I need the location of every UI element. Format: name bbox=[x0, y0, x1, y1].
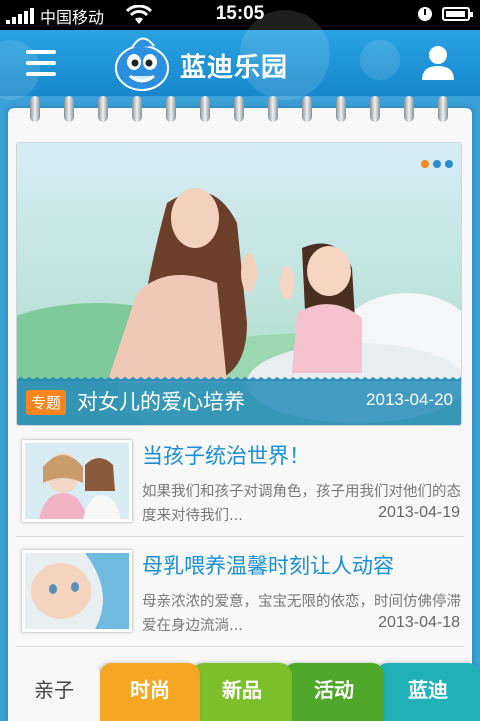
featured-caption-bar: 专题 对女儿的爱心培养 2013-04-20 bbox=[17, 377, 461, 425]
tab-landi[interactable]: 蓝迪 bbox=[376, 663, 480, 721]
article-thumbnail bbox=[22, 440, 132, 522]
article-thumbnail bbox=[22, 550, 132, 632]
app-header: 蓝迪乐园 bbox=[0, 10, 480, 100]
app-title: 蓝迪乐园 bbox=[180, 53, 289, 83]
user-profile-icon[interactable] bbox=[420, 44, 456, 82]
clock-time: 15:05 bbox=[215, 3, 265, 24]
article-title: 母乳喂养温馨时刻让人动容 bbox=[142, 554, 394, 578]
binder-ring bbox=[200, 96, 210, 122]
mascot-logo bbox=[115, 37, 169, 91]
carousel-dot[interactable] bbox=[433, 160, 441, 168]
divider bbox=[16, 536, 464, 537]
featured-date: 2013-04-20 bbox=[366, 390, 453, 409]
binder-ring bbox=[404, 96, 414, 122]
divider bbox=[16, 646, 464, 647]
battery-icon bbox=[442, 7, 473, 21]
binder-ring bbox=[370, 96, 380, 122]
binder-ring bbox=[302, 96, 312, 122]
tab-fashion[interactable]: 时尚 bbox=[100, 663, 200, 721]
content-card: 专题 对女儿的爱心培养 2013-04-20 当孩子统治世界！ 如果我们和孩子对… bbox=[8, 96, 472, 721]
binder-ring bbox=[234, 96, 244, 122]
binder-ring bbox=[438, 96, 448, 122]
tab-events[interactable]: 活动 bbox=[284, 663, 384, 721]
article-title: 当孩子统治世界！ bbox=[142, 444, 310, 468]
list-item[interactable]: 当孩子统治世界！ 如果我们和孩子对调角色，孩子用我们对他们的态度来对待我们...… bbox=[16, 434, 464, 544]
featured-title: 对女儿的爱心培养 bbox=[77, 390, 245, 414]
featured-banner[interactable]: 专题 对女儿的爱心培养 2013-04-20 bbox=[16, 142, 462, 426]
binder-ring bbox=[132, 96, 142, 122]
carousel-indicator[interactable] bbox=[417, 153, 453, 172]
binder-ring bbox=[166, 96, 176, 122]
status-bar: 中国移动 15:05 bbox=[0, 0, 480, 30]
scallop-edge bbox=[17, 377, 461, 381]
category-tab-bar: 蓝迪 活动 新品 时尚 亲子 bbox=[0, 663, 480, 721]
binder-ring bbox=[268, 96, 278, 122]
alarm-icon bbox=[418, 7, 432, 21]
binder-ring bbox=[98, 96, 108, 122]
tab-parenting[interactable]: 亲子 bbox=[8, 663, 100, 721]
list-item[interactable]: 母乳喂养温馨时刻让人动容 母亲浓浓的爱意，宝宝无限的依恋，时间仿佛停滞爱在身边流… bbox=[16, 544, 464, 654]
binder-ring bbox=[30, 96, 40, 122]
binder-ring bbox=[336, 96, 346, 122]
binder-ring bbox=[64, 96, 74, 122]
article-date: 2013-04-18 bbox=[372, 614, 460, 632]
featured-tag: 专题 bbox=[26, 390, 67, 415]
tab-new-products[interactable]: 新品 bbox=[192, 663, 292, 721]
article-date: 2013-04-19 bbox=[372, 504, 460, 522]
hamburger-menu-icon[interactable] bbox=[26, 50, 56, 76]
carousel-dot[interactable] bbox=[445, 160, 453, 168]
carousel-dot[interactable] bbox=[421, 160, 429, 168]
